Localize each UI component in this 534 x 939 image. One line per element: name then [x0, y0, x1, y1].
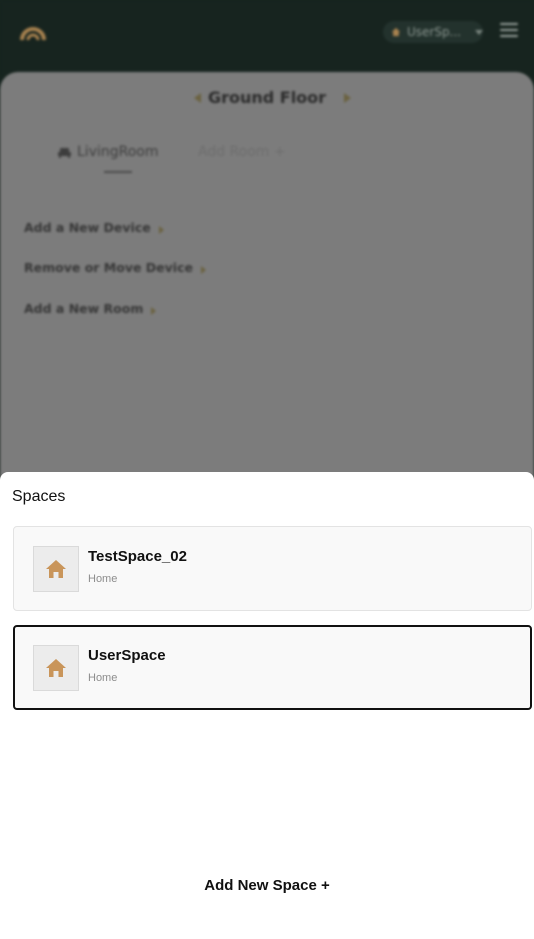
space-thumbnail: [33, 645, 79, 691]
spaces-bottom-sheet: Spaces TestSpace_02 Home UserSpace Home …: [0, 472, 534, 939]
chevron-right-icon: [151, 306, 157, 315]
tab-add-room[interactable]: Add Room +: [198, 144, 286, 160]
floor-title: Ground Floor: [207, 88, 327, 107]
sheet-title: Spaces: [12, 488, 66, 505]
floor-panel: [0, 72, 534, 492]
space-type: Home: [88, 573, 118, 585]
app-screen: UserSp... Ground Floor LivingRoom Add Ro…: [0, 0, 534, 939]
action-label: Add a New Room: [24, 301, 144, 316]
top-bar: UserSp...: [0, 0, 534, 78]
space-name: TestSpace_02: [88, 548, 187, 565]
space-card-testspace[interactable]: TestSpace_02 Home: [13, 526, 532, 611]
hamburger-menu-icon[interactable]: [500, 23, 518, 39]
tab-label: Add Room +: [198, 144, 286, 160]
arc-logo-icon[interactable]: [18, 16, 48, 46]
home-icon: [46, 560, 66, 578]
sofa-icon: [58, 147, 71, 158]
chevron-right-icon: [158, 225, 164, 234]
add-room-link[interactable]: Add a New Room: [24, 301, 157, 316]
tab-livingroom[interactable]: LivingRoom: [58, 144, 159, 160]
add-device-link[interactable]: Add a New Device: [24, 220, 164, 235]
add-new-space-button[interactable]: Add New Space +: [0, 877, 534, 894]
space-type: Home: [88, 672, 118, 684]
active-tab-indicator: [104, 171, 132, 173]
action-label: Add a New Device: [24, 220, 151, 235]
remove-move-device-link[interactable]: Remove or Move Device: [24, 260, 206, 275]
floor-switcher: Ground Floor: [0, 88, 534, 112]
space-selector-label: UserSp...: [406, 25, 461, 39]
space-selector[interactable]: UserSp...: [383, 21, 483, 43]
chevron-right-icon[interactable]: [344, 93, 351, 103]
home-icon: [391, 27, 401, 37]
chevron-right-icon: [200, 265, 206, 274]
action-label: Remove or Move Device: [24, 260, 193, 275]
home-icon: [46, 659, 66, 677]
space-name: UserSpace: [88, 647, 166, 664]
space-card-userspace[interactable]: UserSpace Home: [13, 625, 532, 710]
tab-label: LivingRoom: [77, 144, 159, 160]
space-thumbnail: [33, 546, 79, 592]
chevron-down-icon: [475, 29, 483, 35]
